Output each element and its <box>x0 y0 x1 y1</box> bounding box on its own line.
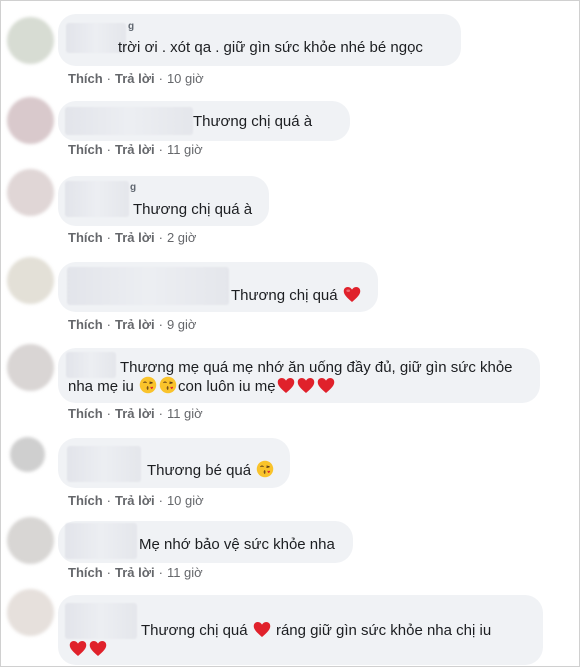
author-name-fragment: g <box>130 182 137 193</box>
kissing-face-emoji-icon <box>159 376 177 401</box>
heart-emoji-icon <box>253 621 271 645</box>
comment-text: nha mẹ iu con luôn iu mẹ <box>68 376 336 401</box>
author-name-blurred[interactable] <box>66 352 116 378</box>
kissing-face-emoji-icon <box>256 460 274 485</box>
comment-actions: Thích · Trả lời · 9 giờ <box>68 317 197 332</box>
heart-emoji-icon <box>277 377 295 401</box>
comment-section: g trời ơi . xót qa . giữ gìn sức khỏe nh… <box>0 0 580 667</box>
avatar[interactable] <box>7 589 54 636</box>
heart-emoji-icon <box>69 640 87 664</box>
like-button[interactable]: Thích <box>68 142 103 157</box>
author-name-blurred[interactable] <box>65 523 137 559</box>
like-button[interactable]: Thích <box>68 565 103 580</box>
avatar[interactable] <box>7 257 54 304</box>
reply-button[interactable]: Trả lời <box>115 71 155 86</box>
comment-text: Thương chị quá à <box>193 113 313 130</box>
heart-emoji-icon <box>89 640 107 664</box>
like-button[interactable]: Thích <box>68 493 103 508</box>
reply-button[interactable]: Trả lời <box>115 317 155 332</box>
comment-timestamp[interactable]: 9 giờ <box>167 317 197 332</box>
comment-timestamp[interactable]: 11 giờ <box>167 142 203 157</box>
comment-timestamp[interactable]: 10 giờ <box>167 493 204 508</box>
like-button[interactable]: Thích <box>68 71 103 86</box>
comment-text: trời ơi . xót qa . giữ gìn sức khỏe nhé … <box>118 39 423 56</box>
author-name-blurred[interactable] <box>65 603 137 639</box>
comment-actions: Thích · Trả lời · 11 giờ <box>68 406 203 421</box>
heart-emoji-icon <box>297 377 315 401</box>
author-name-blurred[interactable] <box>67 446 141 482</box>
comment-actions: Thích · Trả lời · 11 giờ <box>68 142 203 157</box>
avatar[interactable] <box>7 97 54 144</box>
avatar[interactable] <box>7 517 54 564</box>
comment-timestamp[interactable]: 10 giờ <box>167 71 204 86</box>
avatar[interactable] <box>10 437 45 472</box>
reply-button[interactable]: Trả lời <box>115 142 155 157</box>
heart-emoji-icon <box>343 286 361 310</box>
comment-actions: Thích · Trả lời · 10 giờ <box>68 71 204 86</box>
reply-button[interactable]: Trả lời <box>115 493 155 508</box>
comment-text: Thương chị quá à <box>133 201 253 218</box>
comment-timestamp[interactable]: 11 giờ <box>167 565 203 580</box>
comment-text: Thương chị quá <box>231 285 362 310</box>
reply-button[interactable]: Trả lời <box>115 565 155 580</box>
comment-actions: Thích · Trả lời · 2 giờ <box>68 230 197 245</box>
reply-button[interactable]: Trả lời <box>115 230 155 245</box>
avatar[interactable] <box>7 17 54 64</box>
comment-text: Thương chị quá ráng giữ gìn sức khỏe nha… <box>141 620 491 645</box>
comment-text-emoji-line <box>68 639 108 664</box>
heart-emoji-icon <box>317 377 335 401</box>
author-name-blurred[interactable] <box>66 23 126 53</box>
comment-actions: Thích · Trả lời · 11 giờ <box>68 565 203 580</box>
avatar[interactable] <box>7 169 54 216</box>
like-button[interactable]: Thích <box>68 406 103 421</box>
reply-button[interactable]: Trả lời <box>115 406 155 421</box>
avatar[interactable] <box>7 344 54 391</box>
author-name-blurred[interactable] <box>65 181 129 217</box>
comment-timestamp[interactable]: 11 giờ <box>167 406 203 421</box>
like-button[interactable]: Thích <box>68 317 103 332</box>
author-name-blurred[interactable] <box>65 107 193 135</box>
author-name-fragment: g <box>128 21 135 32</box>
author-name-blurred[interactable] <box>67 267 229 305</box>
comment-text: Thương bé quá <box>147 460 275 485</box>
like-button[interactable]: Thích <box>68 230 103 245</box>
comment-timestamp[interactable]: 2 giờ <box>167 230 197 245</box>
kissing-face-emoji-icon <box>139 376 157 401</box>
comment-actions: Thích · Trả lời · 10 giờ <box>68 493 204 508</box>
comment-text: Mẹ nhớ bảo vệ sức khỏe nha <box>139 536 335 553</box>
